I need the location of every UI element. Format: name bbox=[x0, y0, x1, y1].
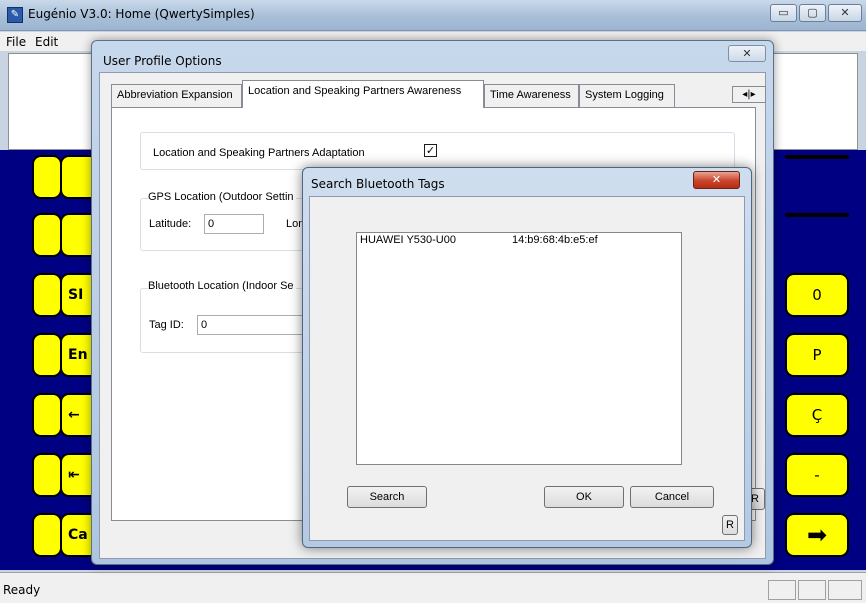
status-panel bbox=[798, 580, 826, 600]
keyboard-key[interactable] bbox=[32, 513, 62, 557]
cancel-button[interactable]: Cancel bbox=[630, 486, 714, 508]
bluetooth-legend: Bluetooth Location (Indoor Se bbox=[148, 280, 296, 292]
status-text: Ready bbox=[3, 583, 41, 597]
tab-scroll-arrows[interactable]: ◂|▸ bbox=[732, 86, 766, 103]
keyboard-key[interactable] bbox=[785, 213, 849, 217]
latitude-input[interactable]: 0 bbox=[204, 214, 264, 234]
ok-button[interactable]: OK bbox=[544, 486, 624, 508]
keyboard-key-0[interactable]: 0 bbox=[785, 273, 849, 317]
keyboard-key[interactable] bbox=[785, 155, 849, 159]
tab-abbreviation-expansion[interactable]: Abbreviation Expansion bbox=[111, 84, 242, 107]
app-icon: ✎ bbox=[7, 7, 23, 23]
adaptation-label: Location and Speaking Partners Adaptatio… bbox=[153, 147, 365, 159]
keyboard-key-c-cedilla[interactable]: Ç bbox=[785, 393, 849, 437]
tag-id-input[interactable]: 0 bbox=[197, 315, 307, 335]
status-panel bbox=[828, 580, 862, 600]
gps-legend: GPS Location (Outdoor Settin bbox=[148, 191, 296, 203]
keyboard-key[interactable] bbox=[32, 393, 62, 437]
close-icon[interactable]: ✕ bbox=[693, 171, 740, 189]
status-panel bbox=[768, 580, 796, 600]
tag-id-label: Tag ID: bbox=[149, 319, 184, 331]
menu-file[interactable]: File bbox=[6, 35, 26, 49]
device-name[interactable]: HUAWEI Y530-U00 bbox=[360, 234, 456, 246]
search-button[interactable]: Search bbox=[347, 486, 427, 508]
adaptation-checkbox[interactable]: ✓ bbox=[424, 144, 437, 157]
dialog-title: Search Bluetooth Tags bbox=[311, 177, 445, 191]
status-bar bbox=[0, 572, 866, 603]
tab-system-logging[interactable]: System Logging bbox=[579, 84, 675, 107]
r-button[interactable]: R bbox=[722, 515, 738, 535]
keyboard-key[interactable] bbox=[32, 333, 62, 377]
menu-edit[interactable]: Edit bbox=[35, 35, 58, 49]
keyboard-key[interactable] bbox=[32, 453, 62, 497]
keyboard-key[interactable] bbox=[32, 213, 62, 257]
tab-location-awareness[interactable]: Location and Speaking Partners Awareness bbox=[242, 80, 484, 108]
device-mac[interactable]: 14:b9:68:4b:e5:ef bbox=[512, 234, 598, 246]
keyboard-key-p[interactable]: P bbox=[785, 333, 849, 377]
keyboard-key[interactable] bbox=[32, 273, 62, 317]
tab-time-awareness[interactable]: Time Awareness bbox=[484, 84, 579, 107]
keyboard-key-hyphen[interactable]: - bbox=[785, 453, 849, 497]
close-button[interactable]: ✕ bbox=[828, 4, 862, 22]
window-title: Eugénio V3.0: Home (QwertySimples) bbox=[28, 7, 255, 21]
keyboard-key[interactable] bbox=[32, 155, 62, 199]
maximize-button[interactable]: ▢ bbox=[799, 4, 826, 22]
minimize-button[interactable]: ▭ bbox=[770, 4, 797, 22]
bluetooth-device-list[interactable] bbox=[356, 232, 682, 465]
latitude-label: Latitude: bbox=[149, 218, 192, 230]
dialog-title: User Profile Options bbox=[103, 54, 222, 68]
close-icon[interactable]: ✕ bbox=[728, 45, 766, 62]
arrow-right-icon[interactable]: ➡ bbox=[785, 513, 849, 557]
